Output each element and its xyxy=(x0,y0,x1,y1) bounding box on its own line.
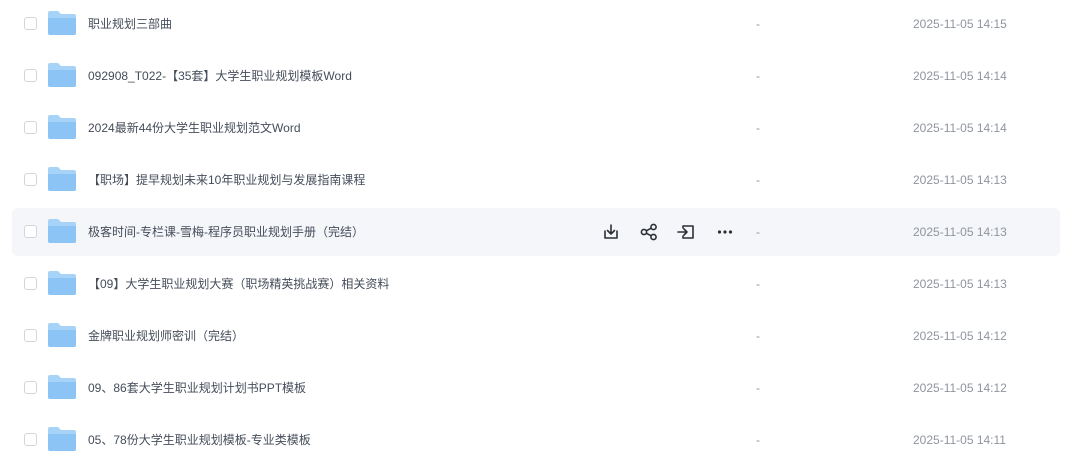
modified-time: 2025-11-05 14:14 xyxy=(913,121,1007,135)
file-name[interactable]: 05、78份大学生职业规划模板-专业类模板 xyxy=(88,416,311,464)
file-size: - xyxy=(756,433,760,447)
share-icon[interactable] xyxy=(639,222,659,242)
folder-icon xyxy=(48,375,76,399)
folder-icon xyxy=(48,167,76,191)
row-checkbox[interactable] xyxy=(24,433,37,446)
folder-icon xyxy=(48,63,76,87)
file-size: - xyxy=(756,121,760,135)
file-row[interactable]: 09、86套大学生职业规划计划书PPT模板 - 2025-11-05 14:12 xyxy=(12,364,1060,412)
folder-icon xyxy=(48,323,76,347)
row-checkbox[interactable] xyxy=(24,121,37,134)
modified-time: 2025-11-05 14:13 xyxy=(913,173,1007,187)
file-name[interactable]: 极客时间-专栏课-雪梅-程序员职业规划手册（完结） xyxy=(88,208,364,256)
file-name[interactable]: 2024最新44份大学生职业规划范文Word xyxy=(88,104,301,152)
row-checkbox[interactable] xyxy=(24,225,37,238)
file-row[interactable]: 【09】大学生职业规划大赛（职场精英挑战赛）相关资料 - 2025-11-05 … xyxy=(12,260,1060,308)
modified-time: 2025-11-05 14:13 xyxy=(913,277,1007,291)
folder-icon xyxy=(48,115,76,139)
file-size: - xyxy=(756,277,760,291)
file-name[interactable]: 092908_T022-【35套】大学生职业规划模板Word xyxy=(88,52,352,100)
row-checkbox[interactable] xyxy=(24,69,37,82)
file-size: - xyxy=(756,329,760,343)
file-size: - xyxy=(756,17,760,31)
file-name[interactable]: 金牌职业规划师密训（完结） xyxy=(88,312,244,360)
file-row[interactable]: 2024最新44份大学生职业规划范文Word - 2025-11-05 14:1… xyxy=(12,104,1060,152)
file-row[interactable]: 金牌职业规划师密训（完结） - 2025-11-05 14:12 xyxy=(12,312,1060,360)
download-icon[interactable] xyxy=(601,222,621,242)
file-size: - xyxy=(756,225,760,239)
row-checkbox[interactable] xyxy=(24,173,37,186)
file-size: - xyxy=(756,69,760,83)
file-row[interactable]: 职业规划三部曲 - 2025-11-05 14:15 xyxy=(12,0,1060,48)
file-name[interactable]: 09、86套大学生职业规划计划书PPT模板 xyxy=(88,364,306,412)
row-checkbox[interactable] xyxy=(24,277,37,290)
row-checkbox[interactable] xyxy=(24,17,37,30)
row-checkbox[interactable] xyxy=(24,329,37,342)
folder-icon xyxy=(48,427,76,451)
modified-time: 2025-11-05 14:13 xyxy=(913,225,1007,239)
folder-icon xyxy=(48,219,76,243)
folder-icon xyxy=(48,11,76,35)
file-size: - xyxy=(756,173,760,187)
row-checkbox[interactable] xyxy=(24,381,37,394)
modified-time: 2025-11-05 14:11 xyxy=(913,433,1006,447)
file-row[interactable]: 05、78份大学生职业规划模板-专业类模板 - 2025-11-05 14:11 xyxy=(12,416,1060,464)
file-row[interactable]: 092908_T022-【35套】大学生职业规划模板Word - 2025-11… xyxy=(12,52,1060,100)
folder-icon xyxy=(48,271,76,295)
more-icon[interactable] xyxy=(715,222,735,242)
modified-time: 2025-11-05 14:12 xyxy=(913,329,1007,343)
file-list: 职业规划三部曲 - 2025-11-05 14:15 092908_T022-【… xyxy=(0,0,1060,474)
file-name[interactable]: 【09】大学生职业规划大赛（职场精英挑战赛）相关资料 xyxy=(88,260,389,308)
file-row-hovered[interactable]: 极客时间-专栏课-雪梅-程序员职业规划手册（完结） - 2025-11-05 1… xyxy=(12,208,1060,256)
file-name[interactable]: 【职场】提早规划未来10年职业规划与发展指南课程 xyxy=(88,156,365,204)
modified-time: 2025-11-05 14:14 xyxy=(913,69,1007,83)
move-icon[interactable] xyxy=(676,222,696,242)
modified-time: 2025-11-05 14:15 xyxy=(913,17,1007,31)
file-row[interactable]: 【职场】提早规划未来10年职业规划与发展指南课程 - 2025-11-05 14… xyxy=(12,156,1060,204)
file-size: - xyxy=(756,381,760,395)
modified-time: 2025-11-05 14:12 xyxy=(913,381,1007,395)
file-name[interactable]: 职业规划三部曲 xyxy=(88,0,172,48)
